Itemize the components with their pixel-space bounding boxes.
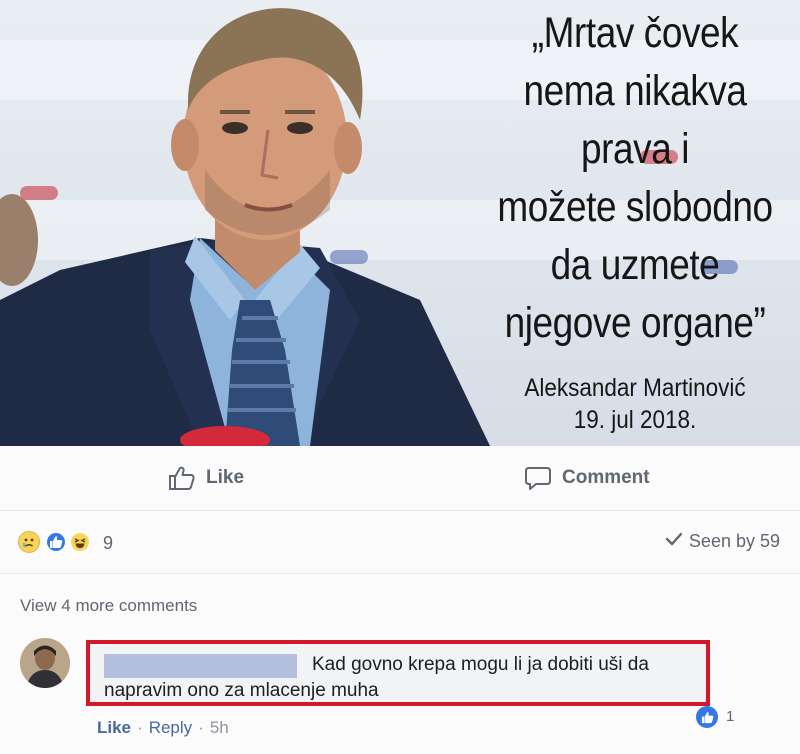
view-more-comments-link[interactable]: View 4 more comments (20, 596, 197, 616)
reactions-summary[interactable]: 9 Seen by 59 (0, 511, 800, 574)
checkmark-icon (665, 531, 683, 552)
post-image[interactable]: „Mrtav čovek nema nikakva prava i možete… (0, 0, 800, 446)
quote-line: možete slobodno (497, 183, 773, 231)
quote-line: prava i (580, 125, 689, 173)
seen-by[interactable]: Seen by 59 (665, 531, 780, 552)
comment-button[interactable]: Comment (524, 446, 650, 510)
comment-bubble[interactable]: Kad govno krepa mogu li ja dobiti uši da… (86, 640, 710, 706)
quote-line: nema nikakva (523, 67, 747, 115)
quote-line: da uzmete (550, 241, 720, 289)
reaction-count: 9 (103, 533, 114, 553)
comment-reply-link[interactable]: Reply (149, 718, 192, 738)
post-action-bar: Like Comment (0, 446, 800, 511)
quote-date: 19. jul 2018. (573, 406, 697, 434)
haha-emoji-icon (69, 531, 91, 553)
separator-dot: · (198, 718, 204, 737)
separator-dot: · (137, 718, 143, 737)
comment-like-link[interactable]: Like (97, 718, 131, 738)
quote-author: Aleksandar Martinović (524, 374, 746, 402)
quote-line: njegove organe” (504, 299, 766, 347)
thumbs-up-icon (168, 465, 196, 491)
like-label: Like (206, 467, 245, 488)
quote-text: „Mrtav čovek nema nikakva prava i možete… (493, 4, 777, 352)
like-button[interactable]: Like (168, 446, 244, 510)
comment-bubble-icon (524, 465, 552, 491)
comments-section: View 4 more comments Kad govno krepa mog… (0, 574, 800, 754)
comment-timestamp: 5h (209, 718, 229, 737)
speaker-photo (0, 8, 490, 446)
comment-label: Comment (562, 467, 650, 488)
quote-line: „Mrtav čovek (531, 9, 739, 57)
commenter-avatar[interactable] (20, 638, 70, 688)
seen-by-label: Seen by 59 (688, 531, 780, 551)
comment-meta: Like · Reply · 5h (97, 718, 229, 738)
sad-emoji-icon (18, 531, 40, 553)
comment-like-badge-icon[interactable] (696, 706, 718, 728)
like-reaction-icon (45, 531, 67, 553)
comment-text: Kad govno krepa mogu li ja dobiti uši da… (104, 654, 649, 701)
quote-attribution: Aleksandar Martinović 19. jul 2018. (487, 372, 784, 436)
comment-like-count: 1 (726, 708, 735, 725)
